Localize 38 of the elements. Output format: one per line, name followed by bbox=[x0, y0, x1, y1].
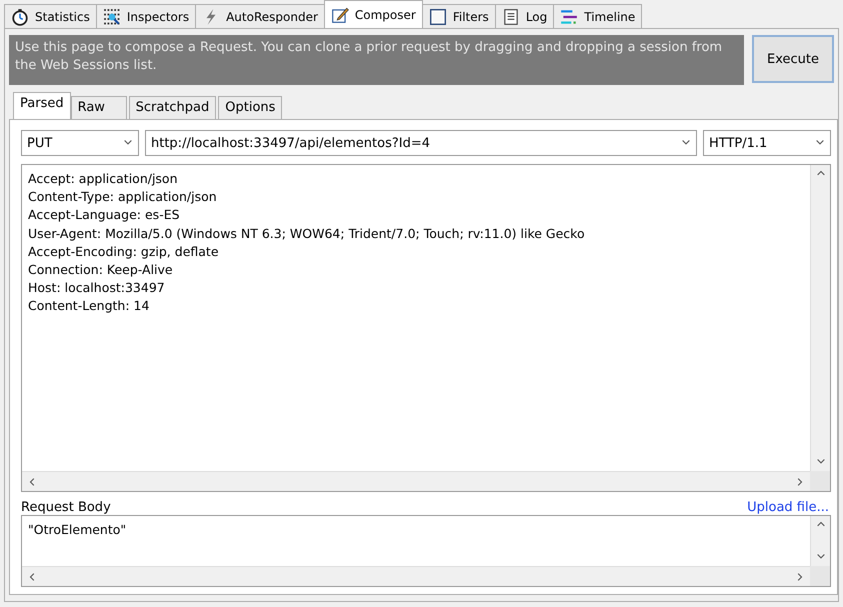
tab[interactable]: Inspectors bbox=[96, 4, 196, 28]
url-field[interactable]: http://localhost:33497/api/elementos?Id=4 bbox=[145, 130, 697, 156]
execute-button[interactable]: Execute bbox=[752, 35, 834, 83]
vertical-scrollbar[interactable] bbox=[810, 516, 830, 566]
section-label: Request Body bbox=[21, 500, 111, 515]
horizontal-scrollbar[interactable] bbox=[22, 566, 810, 586]
header-line: Content-Length: 14 bbox=[28, 297, 150, 316]
stopwatch-icon bbox=[11, 8, 29, 26]
info-banner: Use this page to compose a Request. You can clone a prior request by dragging and dropping a session from the Web Sessions list. bbox=[9, 35, 744, 85]
method-dropdown[interactable]: PUT bbox=[21, 130, 139, 156]
header-line: Accept-Encoding: gzip, deflate bbox=[28, 242, 220, 261]
inspect-icon bbox=[102, 8, 121, 26]
tab[interactable]: Timeline bbox=[553, 4, 642, 28]
tab[interactable]: Composer bbox=[324, 0, 423, 28]
edit-icon bbox=[330, 6, 349, 24]
horizontal-scrollbar[interactable] bbox=[22, 471, 810, 491]
square-icon bbox=[428, 8, 447, 26]
tab[interactable]: Scratchpad bbox=[128, 96, 216, 119]
header-line: Content-Type: application/json bbox=[28, 188, 218, 206]
tab[interactable]: Raw bbox=[70, 96, 127, 119]
tab[interactable]: AutoResponder bbox=[195, 4, 325, 28]
header-line: Host: localhost:33497 bbox=[28, 279, 166, 298]
upload-link[interactable]: Upload file... bbox=[747, 500, 829, 515]
header-line: User-Agent: Mozilla/5.0 (Windows NT 6.3; WOW64; Trident/7.0; Touch; rv:11.0) like Gecko bbox=[28, 224, 586, 243]
scrollbar-corner bbox=[810, 566, 830, 586]
tab[interactable]: Statistics bbox=[4, 4, 97, 28]
tab[interactable]: Log bbox=[494, 4, 554, 28]
header-line: Connection: Keep-Alive bbox=[28, 261, 174, 280]
tab[interactable]: Options bbox=[218, 96, 282, 119]
header-line: Accept-Language: es-ES bbox=[28, 206, 181, 224]
tab[interactable]: Parsed bbox=[13, 92, 71, 119]
tab[interactable]: Filters bbox=[422, 4, 496, 28]
version-dropdown[interactable]: HTTP/1.1 bbox=[703, 130, 831, 156]
vertical-scrollbar[interactable] bbox=[810, 165, 830, 471]
document-icon bbox=[502, 8, 520, 26]
timeline-icon bbox=[560, 8, 578, 26]
scrollbar-corner bbox=[810, 471, 830, 491]
header-line: Accept: application/json bbox=[28, 170, 179, 188]
